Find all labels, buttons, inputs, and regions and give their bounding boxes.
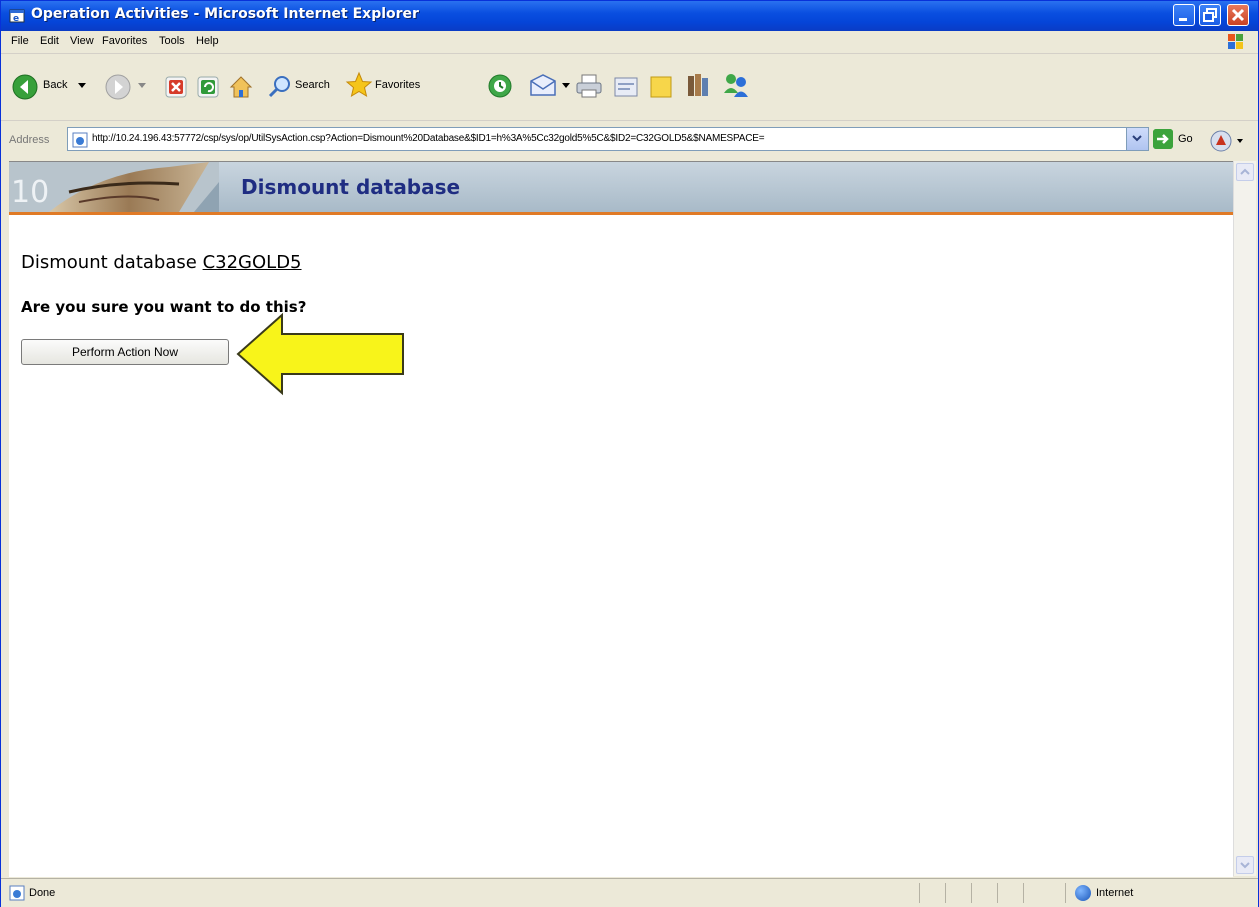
favorites-star-icon[interactable] <box>345 71 373 99</box>
status-separator <box>1065 883 1066 903</box>
page-done-icon <box>9 885 25 901</box>
svg-text:e: e <box>13 14 19 24</box>
note-icon[interactable] <box>649 75 673 99</box>
page-heading: Dismount database C32GOLD5 <box>21 252 302 273</box>
go-arrow-icon <box>1153 129 1173 149</box>
status-separator <box>945 883 946 903</box>
menu-help[interactable]: Help <box>196 35 219 47</box>
restore-icon <box>1203 8 1217 22</box>
chevron-down-icon <box>1240 862 1250 869</box>
svg-text:10: 10 <box>11 175 49 210</box>
toolbar: Back Search Favorites <box>1 54 1258 121</box>
address-url[interactable]: http://10.24.196.43:57772/csp/sys/op/Uti… <box>92 133 765 144</box>
chevron-down-icon <box>1132 135 1142 142</box>
heading-text: Dismount database <box>21 252 197 273</box>
database-name-link[interactable]: C32GOLD5 <box>203 252 302 273</box>
refresh-icon[interactable] <box>196 75 220 99</box>
chevron-down-icon[interactable] <box>562 83 570 89</box>
close-icon <box>1231 8 1245 22</box>
browser-window: e Operation Activities - Microsoft Inter… <box>0 0 1259 907</box>
scroll-down-button[interactable] <box>1236 856 1254 874</box>
search-icon[interactable] <box>267 73 293 99</box>
address-input[interactable]: http://10.24.196.43:57772/csp/sys/op/Uti… <box>67 127 1149 151</box>
menu-file[interactable]: File <box>11 35 29 47</box>
print-icon[interactable] <box>575 73 603 99</box>
forward-icon[interactable] <box>104 73 132 101</box>
address-label: Address <box>9 134 50 146</box>
stop-icon[interactable] <box>164 75 188 99</box>
menu-view[interactable]: View <box>70 35 94 47</box>
minimize-icon <box>1179 18 1187 21</box>
mail-icon[interactable] <box>529 73 557 99</box>
banner-title: Dismount database <box>241 175 461 199</box>
address-bar: Address http://10.24.196.43:57772/csp/sy… <box>1 121 1258 159</box>
status-bar: Done Internet <box>1 878 1258 907</box>
address-dropdown[interactable] <box>1126 128 1148 150</box>
windows-logo-icon <box>1228 34 1243 49</box>
security-zone-label: Internet <box>1096 887 1134 899</box>
status-separator <box>997 883 998 903</box>
minimize-button[interactable] <box>1173 4 1195 26</box>
status-separator <box>919 883 920 903</box>
page-content: 10 Dismount database Dismount database C… <box>9 161 1233 877</box>
status-text: Done <box>29 887 56 899</box>
close-button[interactable] <box>1227 4 1249 26</box>
status-separator <box>1023 883 1024 903</box>
page-banner: 10 Dismount database <box>9 162 1233 215</box>
home-icon[interactable] <box>227 73 255 101</box>
pointer-arrow-icon <box>236 312 404 396</box>
vertical-scrollbar[interactable] <box>1233 161 1256 876</box>
acrobat-icon[interactable] <box>1207 129 1247 153</box>
messenger-icon[interactable] <box>721 71 751 99</box>
favorites-label[interactable]: Favorites <box>375 79 420 91</box>
chevron-down-icon[interactable] <box>78 83 86 89</box>
title-bar: e Operation Activities - Microsoft Inter… <box>1 1 1258 31</box>
banner-logo: 10 <box>9 162 219 212</box>
menu-bar: File Edit View Favorites Tools Help <box>1 31 1258 54</box>
chevron-up-icon <box>1240 168 1250 175</box>
status-separator <box>971 883 972 903</box>
internet-globe-icon <box>1075 885 1091 901</box>
scroll-up-button[interactable] <box>1236 163 1254 181</box>
research-icon[interactable] <box>685 72 711 100</box>
ie-icon: e <box>9 9 25 24</box>
menu-tools[interactable]: Tools <box>159 35 185 47</box>
back-label[interactable]: Back <box>43 79 67 91</box>
edit-page-icon[interactable] <box>613 75 639 99</box>
restore-button[interactable] <box>1199 4 1221 26</box>
menu-edit[interactable]: Edit <box>40 35 59 47</box>
go-label[interactable]: Go <box>1178 133 1193 145</box>
menu-favorites[interactable]: Favorites <box>102 35 147 47</box>
history-icon[interactable] <box>487 73 513 99</box>
chevron-down-icon[interactable] <box>138 83 146 89</box>
page-icon <box>72 132 88 148</box>
search-label[interactable]: Search <box>295 79 330 91</box>
back-icon[interactable] <box>11 73 39 101</box>
go-button[interactable]: Go <box>1153 129 1199 151</box>
window-title: Operation Activities - Microsoft Interne… <box>31 6 419 22</box>
perform-action-button[interactable]: Perform Action Now <box>21 339 229 365</box>
